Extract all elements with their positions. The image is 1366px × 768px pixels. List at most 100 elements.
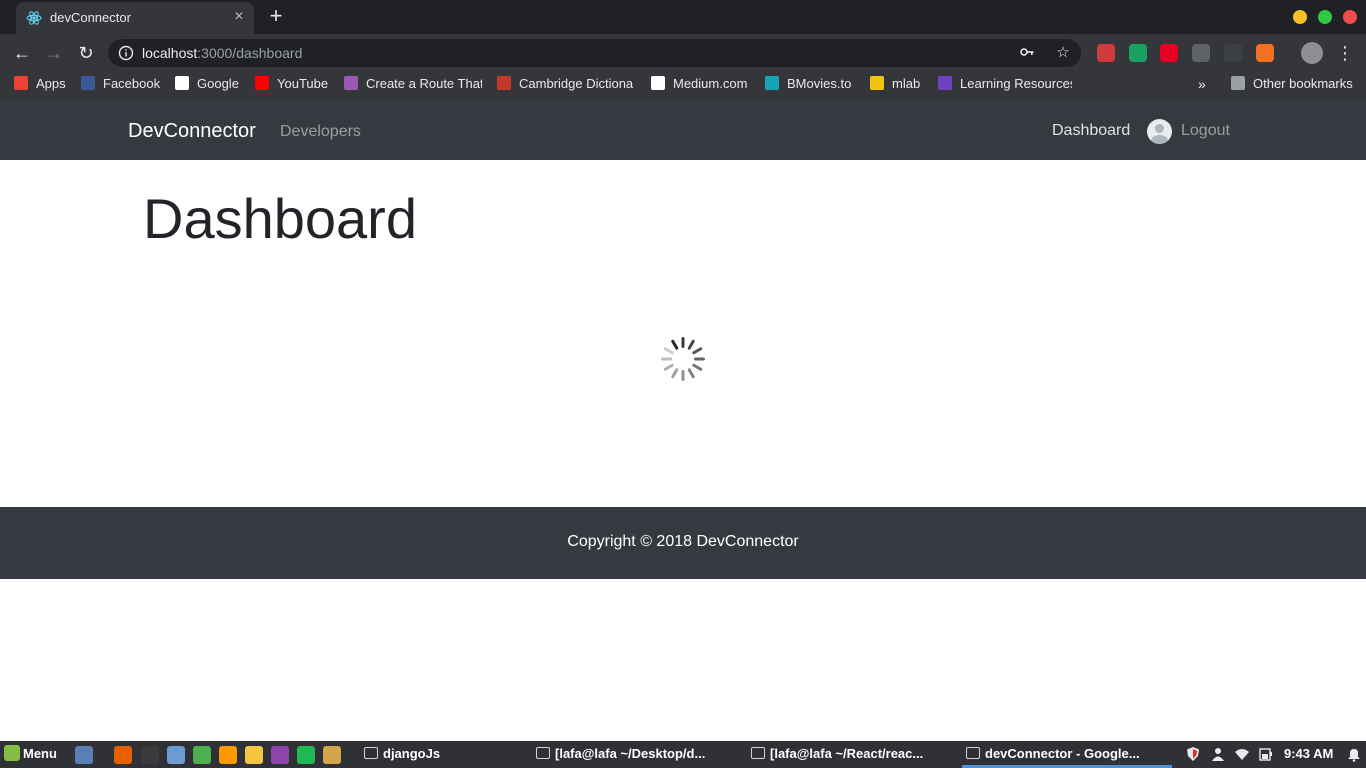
- taskbar-window-button[interactable]: devConnector - Google...: [966, 746, 1140, 761]
- spinner-segment: [671, 339, 679, 350]
- close-tab-icon[interactable]: ×: [230, 8, 248, 26]
- taskbar-window-button[interactable]: [lafa@lafa ~/React/reac...: [751, 746, 923, 761]
- user-icon[interactable]: [1210, 746, 1226, 762]
- url-host: localhost: [142, 45, 198, 61]
- browser-tab-strip: devConnector × +: [0, 0, 1366, 34]
- bookmark-mlab[interactable]: mlab: [870, 76, 928, 94]
- bookmarks-bar: Apps Facebook Google YouTube Create a Route …: [0, 72, 1366, 98]
- notifications-icon[interactable]: [1346, 746, 1362, 762]
- firefox-icon[interactable]: [114, 746, 132, 764]
- nav-developers-link[interactable]: Developers: [280, 123, 361, 141]
- taskbar-window-title: djangoJs: [383, 746, 441, 761]
- cloud-icon: [344, 76, 358, 90]
- forward-button[interactable]: →: [42, 41, 66, 65]
- bookmark-google[interactable]: Google: [175, 76, 241, 94]
- bookmarks-overflow-icon[interactable]: »: [1198, 76, 1206, 92]
- logout-link[interactable]: Logout: [1181, 122, 1230, 140]
- spinner-segment: [681, 370, 685, 381]
- bookmark-label: mlab: [892, 76, 921, 91]
- profile-avatar[interactable]: [1301, 42, 1323, 64]
- show-desktop-icon[interactable]: [75, 746, 93, 764]
- spinner-segment: [671, 368, 679, 379]
- nav-dashboard-link[interactable]: Dashboard: [1052, 122, 1130, 140]
- cambridge-icon: [497, 76, 511, 90]
- chrome-icon[interactable]: [193, 746, 211, 764]
- files-icon[interactable]: [167, 746, 185, 764]
- taskbar-window-button[interactable]: [lafa@lafa ~/Desktop/d...: [536, 746, 705, 761]
- spinner-segment: [687, 368, 695, 379]
- clock[interactable]: 9:43 AM: [1284, 746, 1333, 761]
- spinner-segment: [692, 347, 703, 355]
- chrome-icon: [966, 747, 980, 759]
- browser-tab[interactable]: devConnector ×: [16, 2, 254, 34]
- check-icon[interactable]: [1192, 44, 1210, 62]
- learning-icon: [938, 76, 952, 90]
- bookmark-label: BMovies.to: [787, 76, 852, 91]
- folder-icon: [364, 747, 378, 759]
- other-bookmarks[interactable]: Other bookmarks: [1231, 76, 1353, 94]
- bookmark-youtube[interactable]: YouTube: [255, 76, 335, 94]
- reload-button[interactable]: ↻: [74, 41, 98, 65]
- play-icon: [765, 76, 779, 90]
- os-taskbar: Menu djangoJs [lafa@lafa ~/Desktop/d... [l…: [0, 741, 1366, 768]
- bookmark-label: Facebook: [103, 76, 161, 91]
- shield-icon[interactable]: [1185, 746, 1201, 762]
- footer: Copyright © 2018 DevConnector: [0, 507, 1366, 579]
- site-info-icon[interactable]: [118, 45, 134, 61]
- page-title: Dashboard: [143, 187, 417, 250]
- close-window-button[interactable]: [1343, 10, 1357, 24]
- key-icon[interactable]: [1018, 44, 1036, 62]
- browser-toolbar: ← → ↻ localhost:3000/dashboard ☆ ⋮: [0, 34, 1366, 72]
- new-tab-button[interactable]: +: [264, 4, 288, 28]
- start-menu-label: Menu: [23, 746, 57, 761]
- bookmark-facebook[interactable]: Facebook: [81, 76, 163, 94]
- taskbar-window-title: devConnector - Google...: [985, 746, 1140, 761]
- image-viewer-icon[interactable]: [323, 746, 341, 764]
- terminal-icon[interactable]: [141, 746, 159, 764]
- url-text: localhost:3000/dashboard: [142, 45, 302, 61]
- video-icon[interactable]: [271, 746, 289, 764]
- start-menu-button[interactable]: Menu: [4, 745, 57, 761]
- extension-red-icon[interactable]: [1097, 44, 1115, 62]
- mlab-icon: [870, 76, 884, 90]
- chrome-menu-icon[interactable]: ⋮: [1336, 42, 1354, 64]
- spinner-segment: [687, 339, 695, 350]
- bookmark-learning[interactable]: Learning Resources: [938, 76, 1072, 94]
- url-path: :3000/dashboard: [197, 45, 303, 61]
- bookmark-label: Learning Resources: [960, 76, 1072, 91]
- battery-icon[interactable]: [1258, 746, 1274, 762]
- spinner-segment: [661, 357, 672, 361]
- wifi-icon[interactable]: [1234, 746, 1250, 762]
- tab-title: devConnector: [50, 10, 131, 25]
- back-button[interactable]: ←: [10, 41, 34, 65]
- react-icon: [26, 10, 42, 26]
- bookmark-play[interactable]: BMovies.to: [765, 76, 857, 94]
- taskbar-window-button[interactable]: djangoJs: [364, 746, 440, 761]
- extension-orange-icon[interactable]: [1256, 44, 1274, 62]
- maximize-window-button[interactable]: [1318, 10, 1332, 24]
- facebook-icon: [81, 76, 95, 90]
- bookmark-star-icon[interactable]: ☆: [1054, 44, 1072, 62]
- pinterest-icon[interactable]: [1160, 44, 1178, 62]
- app-navbar: DevConnector Developers Dashboard Logout: [0, 98, 1366, 160]
- taskbar-window-title: [lafa@lafa ~/React/reac...: [770, 746, 924, 761]
- extension-green-icon[interactable]: [1129, 44, 1147, 62]
- sublime-icon[interactable]: [219, 746, 237, 764]
- folder-icon[interactable]: [245, 746, 263, 764]
- bookmark-medium[interactable]: Medium.com: [651, 76, 755, 94]
- terminal-icon: [751, 747, 765, 759]
- address-bar[interactable]: localhost:3000/dashboard ☆: [108, 39, 1081, 67]
- bookmark-label: YouTube: [277, 76, 329, 91]
- brand-link[interactable]: DevConnector: [128, 120, 256, 143]
- minimize-window-button[interactable]: [1293, 10, 1307, 24]
- bookmark-label: Apps: [36, 76, 66, 91]
- spotify-icon[interactable]: [297, 746, 315, 764]
- bookmark-apps[interactable]: Apps: [14, 76, 74, 94]
- spinner-segment: [663, 347, 674, 355]
- apps-icon: [14, 76, 28, 90]
- bookmark-cloud[interactable]: Create a Route That: [344, 76, 482, 94]
- bookmark-cambridge[interactable]: Cambridge Dictiona: [497, 76, 635, 94]
- extension-dark-icon[interactable]: [1224, 44, 1242, 62]
- spinner-segment: [692, 363, 703, 371]
- bookmark-label: Create a Route That: [366, 76, 482, 91]
